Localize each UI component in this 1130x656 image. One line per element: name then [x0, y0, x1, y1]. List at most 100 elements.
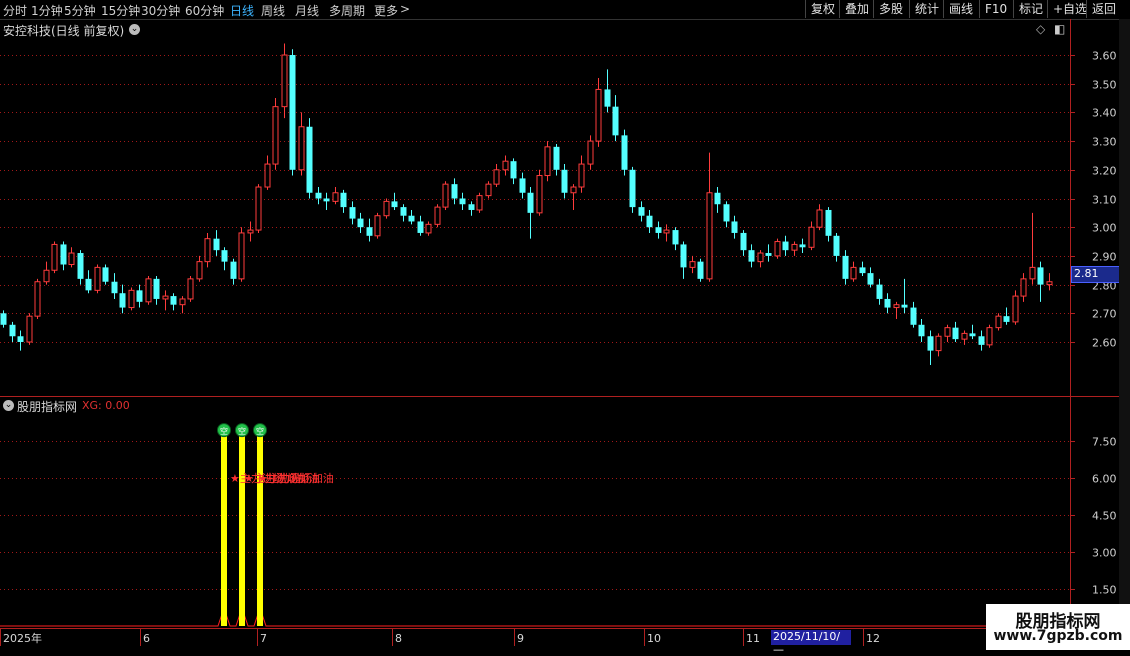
candle-body	[680, 244, 687, 268]
candle-body	[315, 192, 322, 199]
candle-body	[204, 238, 211, 263]
candle-body	[689, 261, 696, 268]
candle-body	[944, 327, 951, 337]
candle-body	[9, 324, 16, 337]
candle-body	[43, 269, 50, 283]
candle-body	[408, 215, 415, 222]
candle-body	[111, 281, 118, 294]
signal-annotation: ★主力进场加油	[258, 471, 334, 485]
cursor-date-box: 2025/11/10/—	[771, 630, 851, 656]
candle-body	[238, 232, 245, 280]
candle-body	[910, 307, 917, 325]
candle-body	[893, 304, 900, 309]
indicator-tick-label: 6.00	[1092, 473, 1117, 486]
price-tick-label: 3.60	[1092, 50, 1117, 63]
candle-body	[349, 207, 356, 219]
current-price-label: 2.81	[1074, 267, 1099, 280]
candle-body	[340, 192, 347, 208]
candle-body	[383, 200, 390, 217]
candle-body	[442, 183, 449, 208]
candle-body	[68, 252, 75, 266]
price-tick-label: 2.60	[1092, 337, 1117, 350]
candle-body	[833, 235, 840, 256]
price-tick-label: 3.20	[1092, 165, 1117, 178]
candle-body	[179, 298, 186, 306]
candle-body	[255, 186, 262, 231]
candle-body	[230, 261, 237, 279]
candle-body	[927, 336, 934, 351]
candle-body	[876, 284, 883, 299]
candle-body	[417, 221, 424, 233]
time-axis-label: 10	[647, 632, 661, 645]
signal-badge-label: 空	[220, 426, 228, 436]
candle-body	[816, 209, 823, 228]
candle-body	[510, 161, 517, 179]
candle-body	[808, 226, 815, 248]
price-tick-label: 3.00	[1092, 222, 1117, 235]
candle-body	[935, 335, 942, 352]
current-price-tag: 2.81	[1071, 266, 1121, 283]
candle-body	[1020, 278, 1027, 297]
candle-body	[757, 252, 764, 263]
candle-body	[374, 215, 381, 237]
candle-body	[791, 243, 798, 251]
candle-body	[289, 55, 296, 170]
candle-body	[612, 106, 619, 136]
candle-body	[425, 223, 432, 234]
candle-body	[961, 332, 968, 340]
indicator-tick-label: 7.50	[1092, 436, 1117, 449]
candle-body	[1003, 316, 1010, 322]
candle-body	[884, 298, 891, 308]
candle-body	[825, 209, 832, 236]
candle-body	[867, 273, 874, 285]
candle-body	[145, 278, 152, 303]
price-tick-label: 3.10	[1092, 194, 1117, 207]
candle-body	[638, 207, 645, 216]
signal-badge-label: 空	[256, 426, 264, 436]
candle-body	[519, 178, 526, 193]
candle-body	[468, 204, 475, 210]
time-axis-label: 7	[260, 632, 267, 645]
right-side-strip[interactable]	[1119, 19, 1130, 650]
price-tick-label: 3.40	[1092, 107, 1117, 120]
candle-body	[485, 183, 492, 197]
candle-body	[51, 243, 58, 271]
candle-body	[765, 253, 772, 256]
candle-body	[332, 192, 339, 202]
candle-body	[493, 169, 500, 185]
time-axis-label: 8	[395, 632, 402, 645]
candle-body	[952, 327, 959, 340]
signal-bar	[239, 431, 245, 626]
kline-chart[interactable]: 空空空★主力进场加油★主力进场加油★主力进场加油 3.603.503.403.3…	[0, 0, 1130, 650]
candle-body	[196, 261, 203, 280]
candle-body	[595, 88, 602, 142]
candle-body	[901, 304, 908, 308]
candle-body	[969, 333, 976, 337]
candle-body	[366, 227, 373, 236]
signal-bar	[221, 431, 227, 626]
candle-body	[714, 192, 721, 205]
candle-body	[774, 241, 781, 257]
candle-body	[459, 198, 466, 205]
candle-body	[842, 255, 849, 279]
candle-body	[400, 207, 407, 216]
candle-body	[272, 106, 279, 165]
candle-body	[570, 186, 577, 194]
candle-body	[298, 126, 305, 171]
candle-body	[451, 184, 458, 199]
candle-body	[731, 221, 738, 233]
time-axis-label: 11	[746, 632, 760, 645]
time-axis-label: 12	[866, 632, 880, 645]
candle-body	[1046, 281, 1053, 286]
candle-body	[0, 313, 7, 325]
candle-body	[306, 126, 313, 193]
candle-body	[434, 206, 441, 225]
candle-body	[170, 296, 177, 305]
candle-body	[536, 175, 543, 214]
candle-body	[655, 227, 662, 233]
candle-body	[859, 267, 866, 274]
price-tick-label: 2.70	[1092, 308, 1117, 321]
time-axis-label: 9	[517, 632, 524, 645]
candle-body	[85, 278, 92, 291]
candle-body	[918, 324, 925, 337]
